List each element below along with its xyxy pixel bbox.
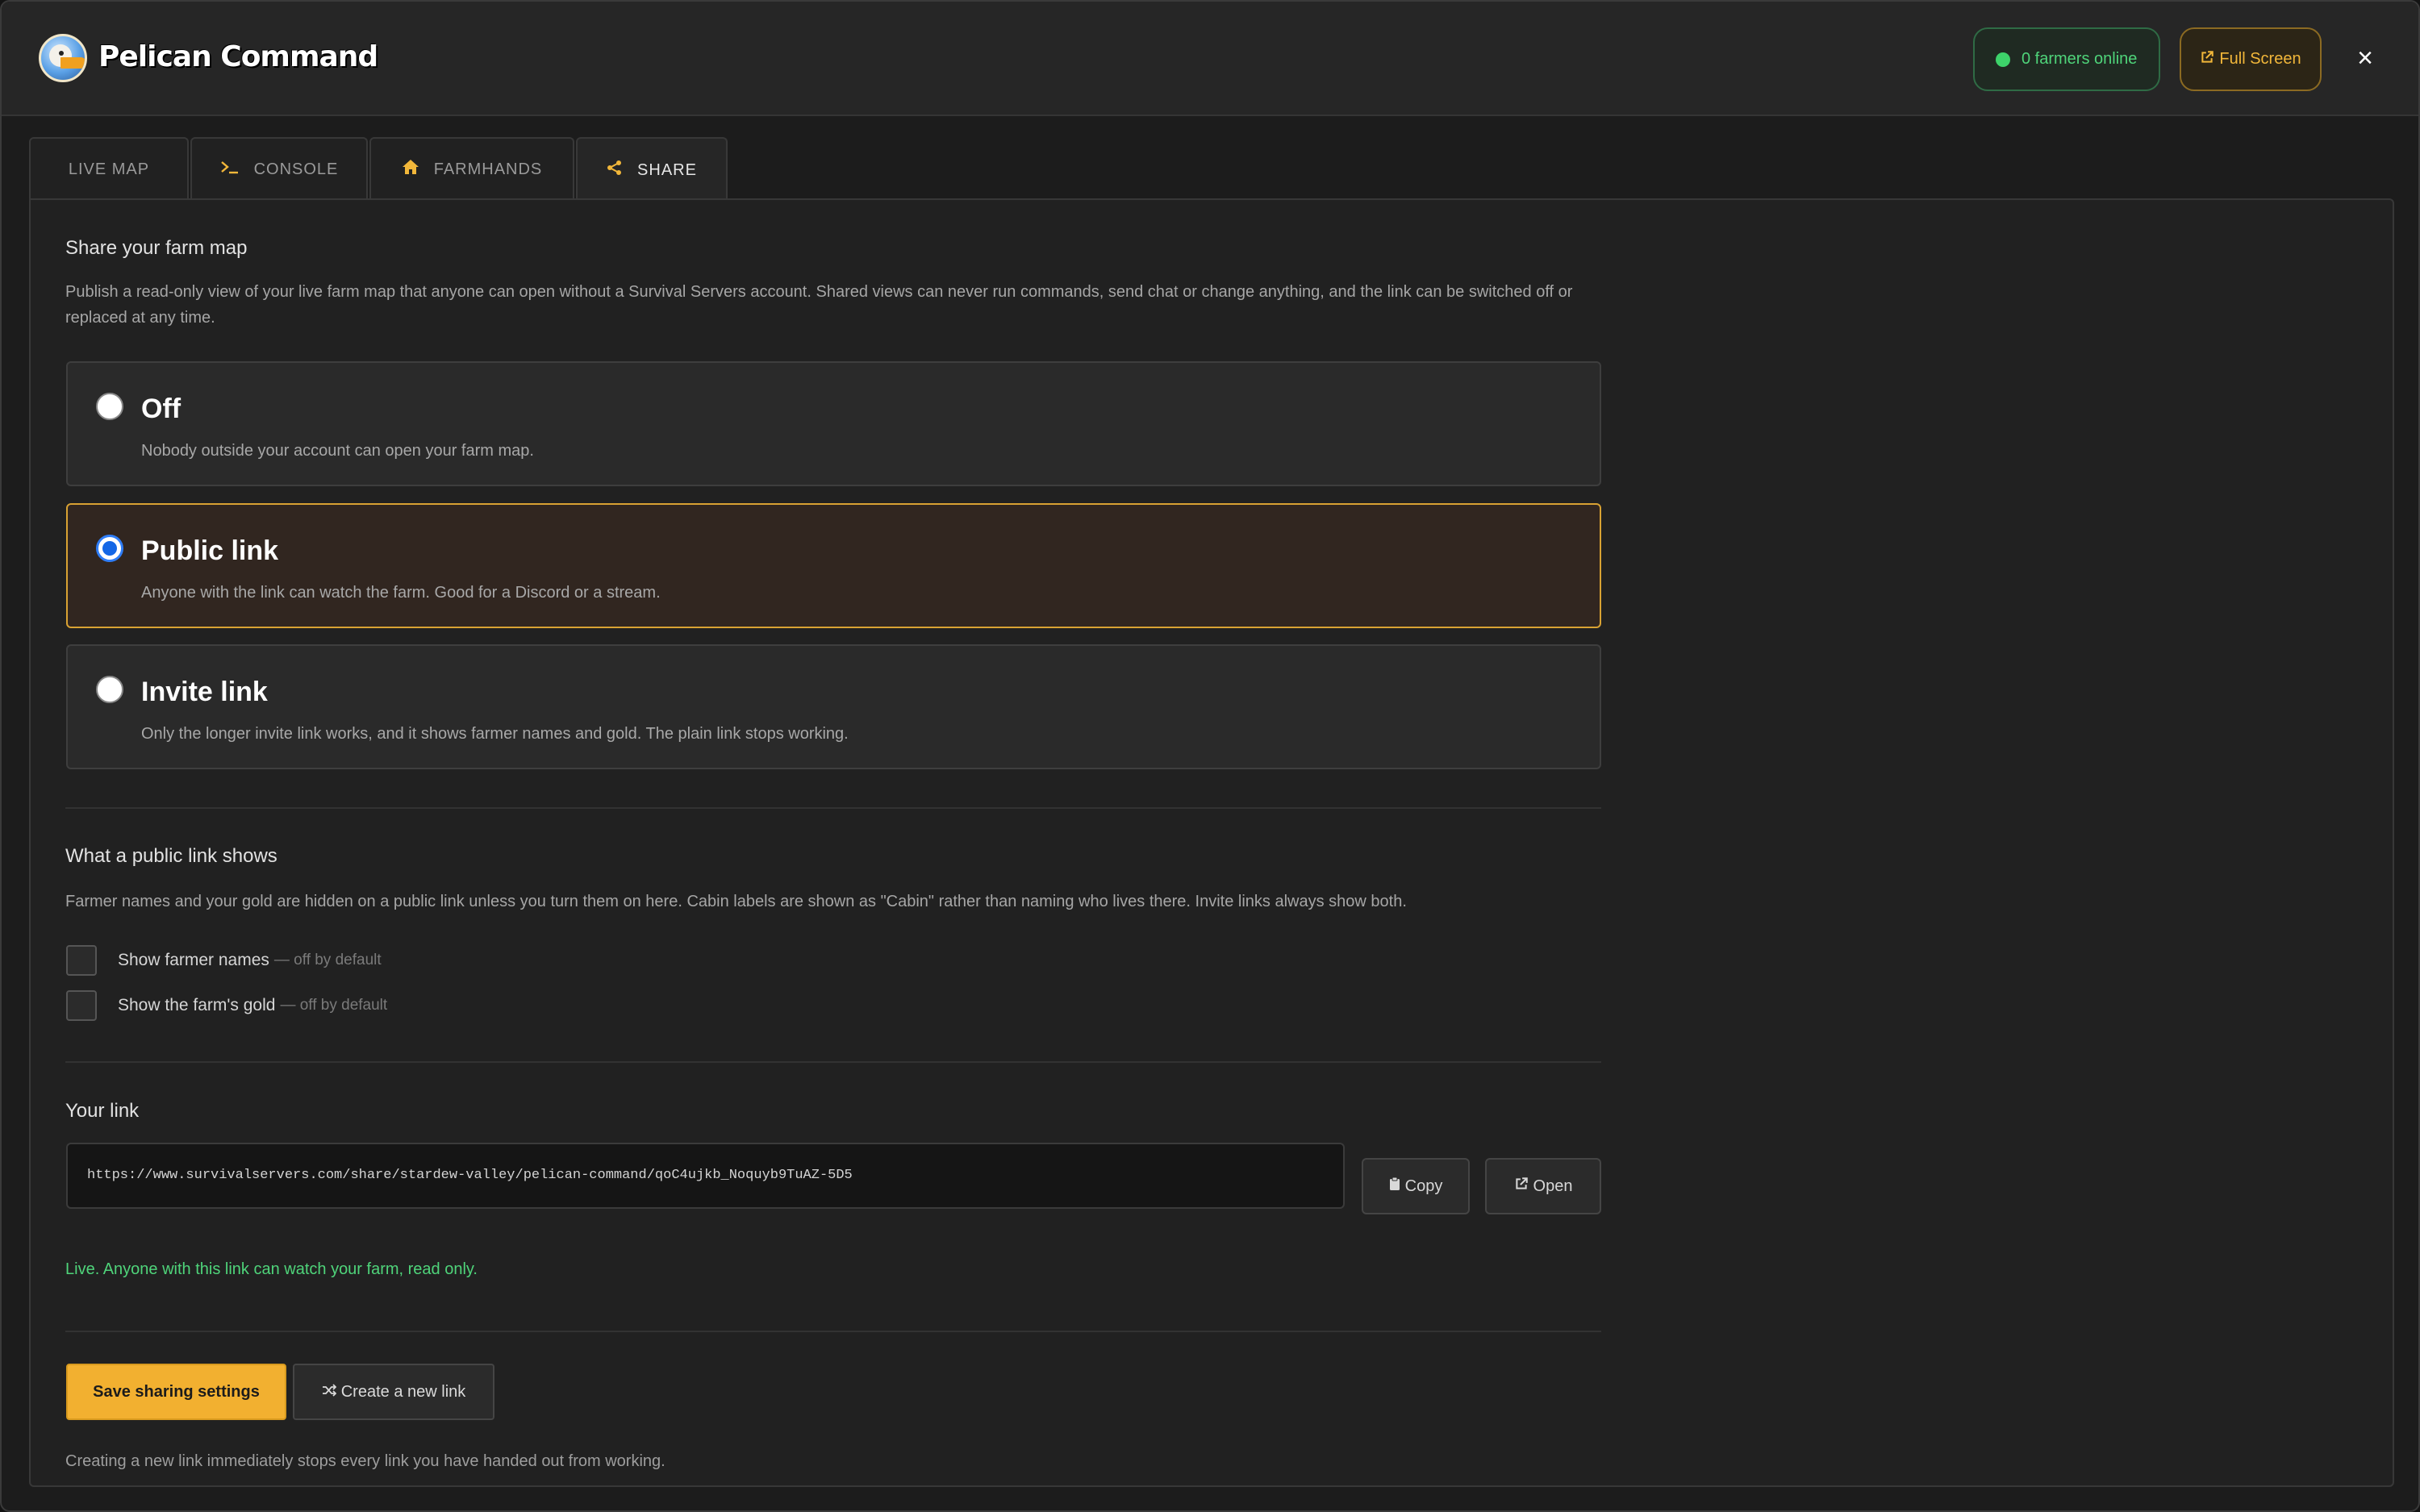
tab-label: FARMHANDS [433, 160, 543, 178]
tab-label: CONSOLE [253, 160, 339, 178]
option-public-link[interactable]: Public link Anyone with the link can wat… [66, 503, 1601, 628]
check-hint: — off by default [273, 952, 382, 968]
home-icon [402, 159, 419, 180]
option-description: Nobody outside your account can open you… [141, 442, 534, 460]
new-link-warning: Creating a new link immediately stops ev… [65, 1452, 666, 1470]
save-sharing-settings-button[interactable]: Save sharing settings [66, 1364, 286, 1420]
status-dot-icon [1996, 52, 2010, 67]
checkbox[interactable] [66, 990, 97, 1021]
terminal-icon [220, 159, 240, 180]
tab-console[interactable]: CONSOLE [190, 137, 368, 200]
online-status-text: 0 farmers online [2022, 50, 2138, 68]
divider [65, 807, 1601, 809]
copy-button[interactable]: Copy [1362, 1158, 1470, 1214]
online-status-badge: 0 farmers online [1973, 27, 2160, 91]
public-shows-title: What a public link shows [65, 845, 277, 867]
check-hint: — off by default [280, 997, 388, 1014]
link-status-text: Live. Anyone with this link can watch yo… [65, 1260, 478, 1278]
check-show-farmer-names[interactable]: Show farmer names — off by default [66, 945, 382, 976]
pelican-logo-icon [39, 34, 87, 82]
radio-invite-link[interactable] [96, 676, 123, 703]
open-link-button[interactable]: Open [1485, 1158, 1601, 1214]
tab-bar: LIVE MAP CONSOLE FARMHANDS SHARE [29, 137, 729, 202]
divider [65, 1061, 1601, 1063]
divider [65, 1331, 1601, 1332]
app-window: Pelican Command 0 farmers online Full Sc… [0, 0, 2420, 1512]
tab-share[interactable]: SHARE [576, 137, 728, 202]
create-new-link-label: Create a new link [340, 1382, 466, 1401]
share-icon [607, 160, 623, 181]
create-new-link-button[interactable]: Create a new link [293, 1364, 494, 1420]
public-shows-description: Farmer names and your gold are hidden on… [65, 893, 1407, 910]
fullscreen-button[interactable]: Full Screen [2180, 27, 2322, 91]
check-show-farm-gold[interactable]: Show the farm's gold — off by default [66, 990, 387, 1021]
share-title: Share your farm map [65, 237, 248, 259]
copy-label: Copy [1404, 1177, 1443, 1195]
option-off[interactable]: Off Nobody outside your account can open… [66, 361, 1601, 486]
check-label: Show the farm's gold [118, 996, 276, 1014]
your-link-title: Your link [65, 1100, 140, 1122]
tab-farmhands[interactable]: FARMHANDS [369, 137, 574, 200]
fullscreen-label: Full Screen [2219, 50, 2301, 68]
open-label: Open [1533, 1177, 1573, 1195]
tab-label: LIVE MAP [68, 160, 150, 178]
check-label: Show farmer names [118, 951, 269, 969]
share-description: Publish a read-only view of your live fa… [65, 283, 1573, 327]
radio-public-link[interactable] [96, 535, 123, 562]
close-button[interactable]: × [2349, 42, 2381, 74]
checkbox[interactable] [66, 945, 97, 976]
external-link-icon [1514, 1177, 1529, 1196]
external-link-icon [2200, 50, 2214, 69]
tab-label: SHARE [637, 160, 697, 179]
app-header: Pelican Command 0 farmers online Full Sc… [2, 2, 2418, 116]
shuffle-icon [322, 1383, 337, 1402]
option-description: Only the longer invite link works, and i… [141, 725, 849, 743]
clipboard-icon [1389, 1177, 1400, 1196]
option-title: Invite link [141, 677, 268, 707]
app-brand: Pelican Command [98, 40, 378, 73]
option-description: Anyone with the link can watch the farm.… [141, 584, 661, 602]
radio-off[interactable] [96, 393, 123, 420]
tab-live-map[interactable]: LIVE MAP [29, 137, 189, 200]
option-invite-link[interactable]: Invite link Only the longer invite link … [66, 644, 1601, 769]
option-title: Public link [141, 535, 279, 566]
share-url-field[interactable]: https://www.survivalservers.com/share/st… [66, 1143, 1345, 1209]
option-title: Off [141, 394, 182, 424]
